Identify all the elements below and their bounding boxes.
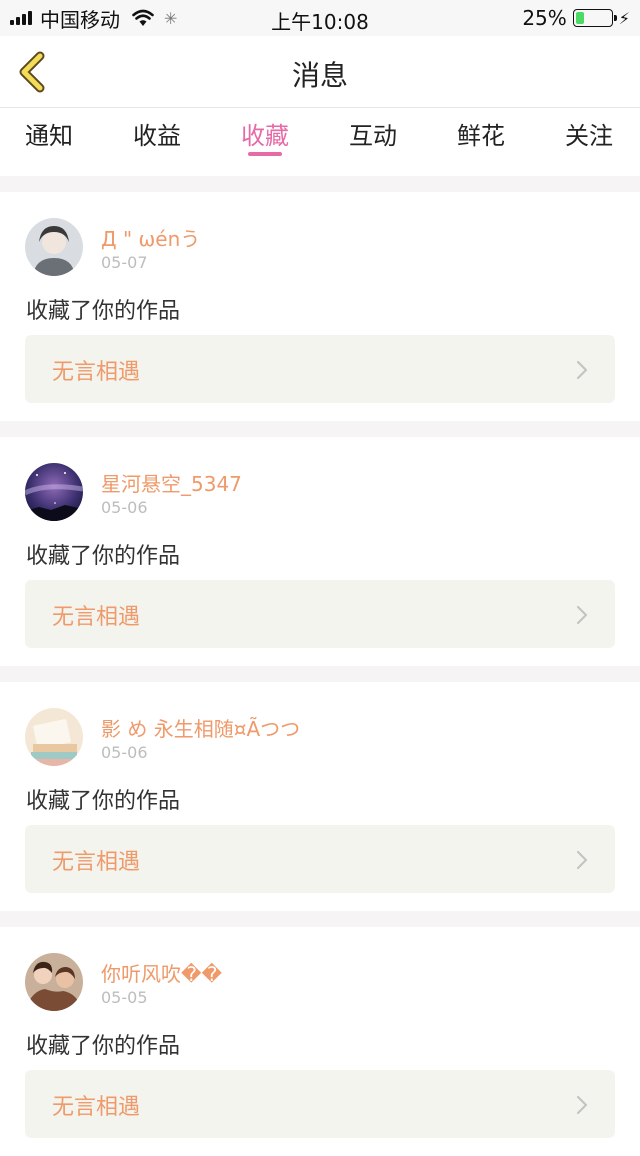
section-divider — [0, 911, 640, 927]
avatar[interactable] — [25, 708, 83, 766]
work-title: 无言相遇 — [52, 605, 141, 630]
feed-item: 星河悬空_5347 05-06 收藏了你的作品 无言相遇 — [0, 437, 640, 666]
avatar-portrait-image — [25, 218, 83, 276]
section-divider — [0, 421, 640, 437]
chevron-right-icon — [576, 605, 588, 625]
username[interactable]: 星河悬空_5347 — [101, 468, 242, 497]
page-title: 消息 — [291, 59, 348, 92]
chevron-right-icon — [576, 360, 588, 380]
work-card[interactable]: 无言相遇 — [25, 335, 615, 403]
chevron-right-icon — [576, 850, 588, 870]
chevron-right-icon — [576, 1095, 588, 1115]
tab-label: 互动 — [349, 122, 397, 150]
tab-label: 鲜花 — [457, 122, 505, 150]
tab-label: 收藏 — [241, 122, 289, 150]
work-title: 无言相遇 — [52, 1095, 141, 1120]
timestamp: 05-07 — [101, 253, 148, 272]
username[interactable]: 影 め 永生相随¤Ãつつ — [101, 713, 300, 742]
username[interactable]: 你听风吹�� — [101, 958, 222, 987]
status-right: 25% ⚡ — [522, 6, 630, 30]
activity-text: 收藏了你的作品 — [26, 299, 181, 324]
activity-text: 收藏了你的作品 — [26, 544, 181, 569]
tab-earnings[interactable]: 收益 — [133, 108, 181, 168]
activity-text: 收藏了你的作品 — [26, 789, 181, 814]
tab-interactions[interactable]: 互动 — [349, 108, 397, 168]
battery-percent: 25% — [522, 6, 567, 30]
battery-icon — [572, 9, 617, 27]
tab-follows[interactable]: 关注 — [565, 108, 613, 168]
battery-fill — [575, 12, 585, 24]
active-tab-indicator — [248, 152, 282, 156]
timestamp: 05-06 — [101, 498, 148, 517]
tab-notifications[interactable]: 通知 — [25, 108, 73, 168]
tab-flowers[interactable]: 鲜花 — [457, 108, 505, 168]
timestamp: 05-05 — [101, 988, 148, 1007]
work-title: 无言相遇 — [52, 850, 141, 875]
tab-bar: 通知 收益 收藏 互动 鲜花 关注 — [0, 108, 640, 168]
feed-item: 你听风吹�� 05-05 收藏了你的作品 无言相遇 — [0, 927, 640, 1156]
activity-text: 收藏了你的作品 — [26, 1034, 181, 1059]
avatar-books-image — [25, 708, 83, 766]
work-title: 无言相遇 — [52, 360, 141, 385]
feed-item: Д " ωénう 05-07 收藏了你的作品 无言相遇 — [0, 192, 640, 421]
tab-label: 收益 — [133, 122, 181, 150]
tab-label: 关注 — [565, 122, 613, 150]
avatar-people-photo-image — [25, 953, 83, 1011]
timestamp: 05-06 — [101, 743, 148, 762]
feed-item: 影 め 永生相随¤Ãつつ 05-06 收藏了你的作品 无言相遇 — [0, 682, 640, 911]
work-card[interactable]: 无言相遇 — [25, 580, 615, 648]
avatar[interactable] — [25, 953, 83, 1011]
username[interactable]: Д " ωénう — [101, 223, 200, 252]
avatar[interactable] — [25, 218, 83, 276]
tab-label: 通知 — [25, 122, 73, 150]
section-divider — [0, 666, 640, 682]
status-bar: 中国移动 ✳ 上午10:08 25% ⚡ — [0, 0, 640, 36]
work-card[interactable]: 无言相遇 — [25, 1070, 615, 1138]
avatar[interactable] — [25, 463, 83, 521]
charging-icon: ⚡ — [618, 8, 630, 28]
tab-favorites[interactable]: 收藏 — [241, 108, 289, 168]
section-divider — [0, 176, 640, 192]
avatar-starry-sky-image — [25, 463, 83, 521]
nav-bar: 消息 — [0, 36, 640, 108]
work-card[interactable]: 无言相遇 — [25, 825, 615, 893]
